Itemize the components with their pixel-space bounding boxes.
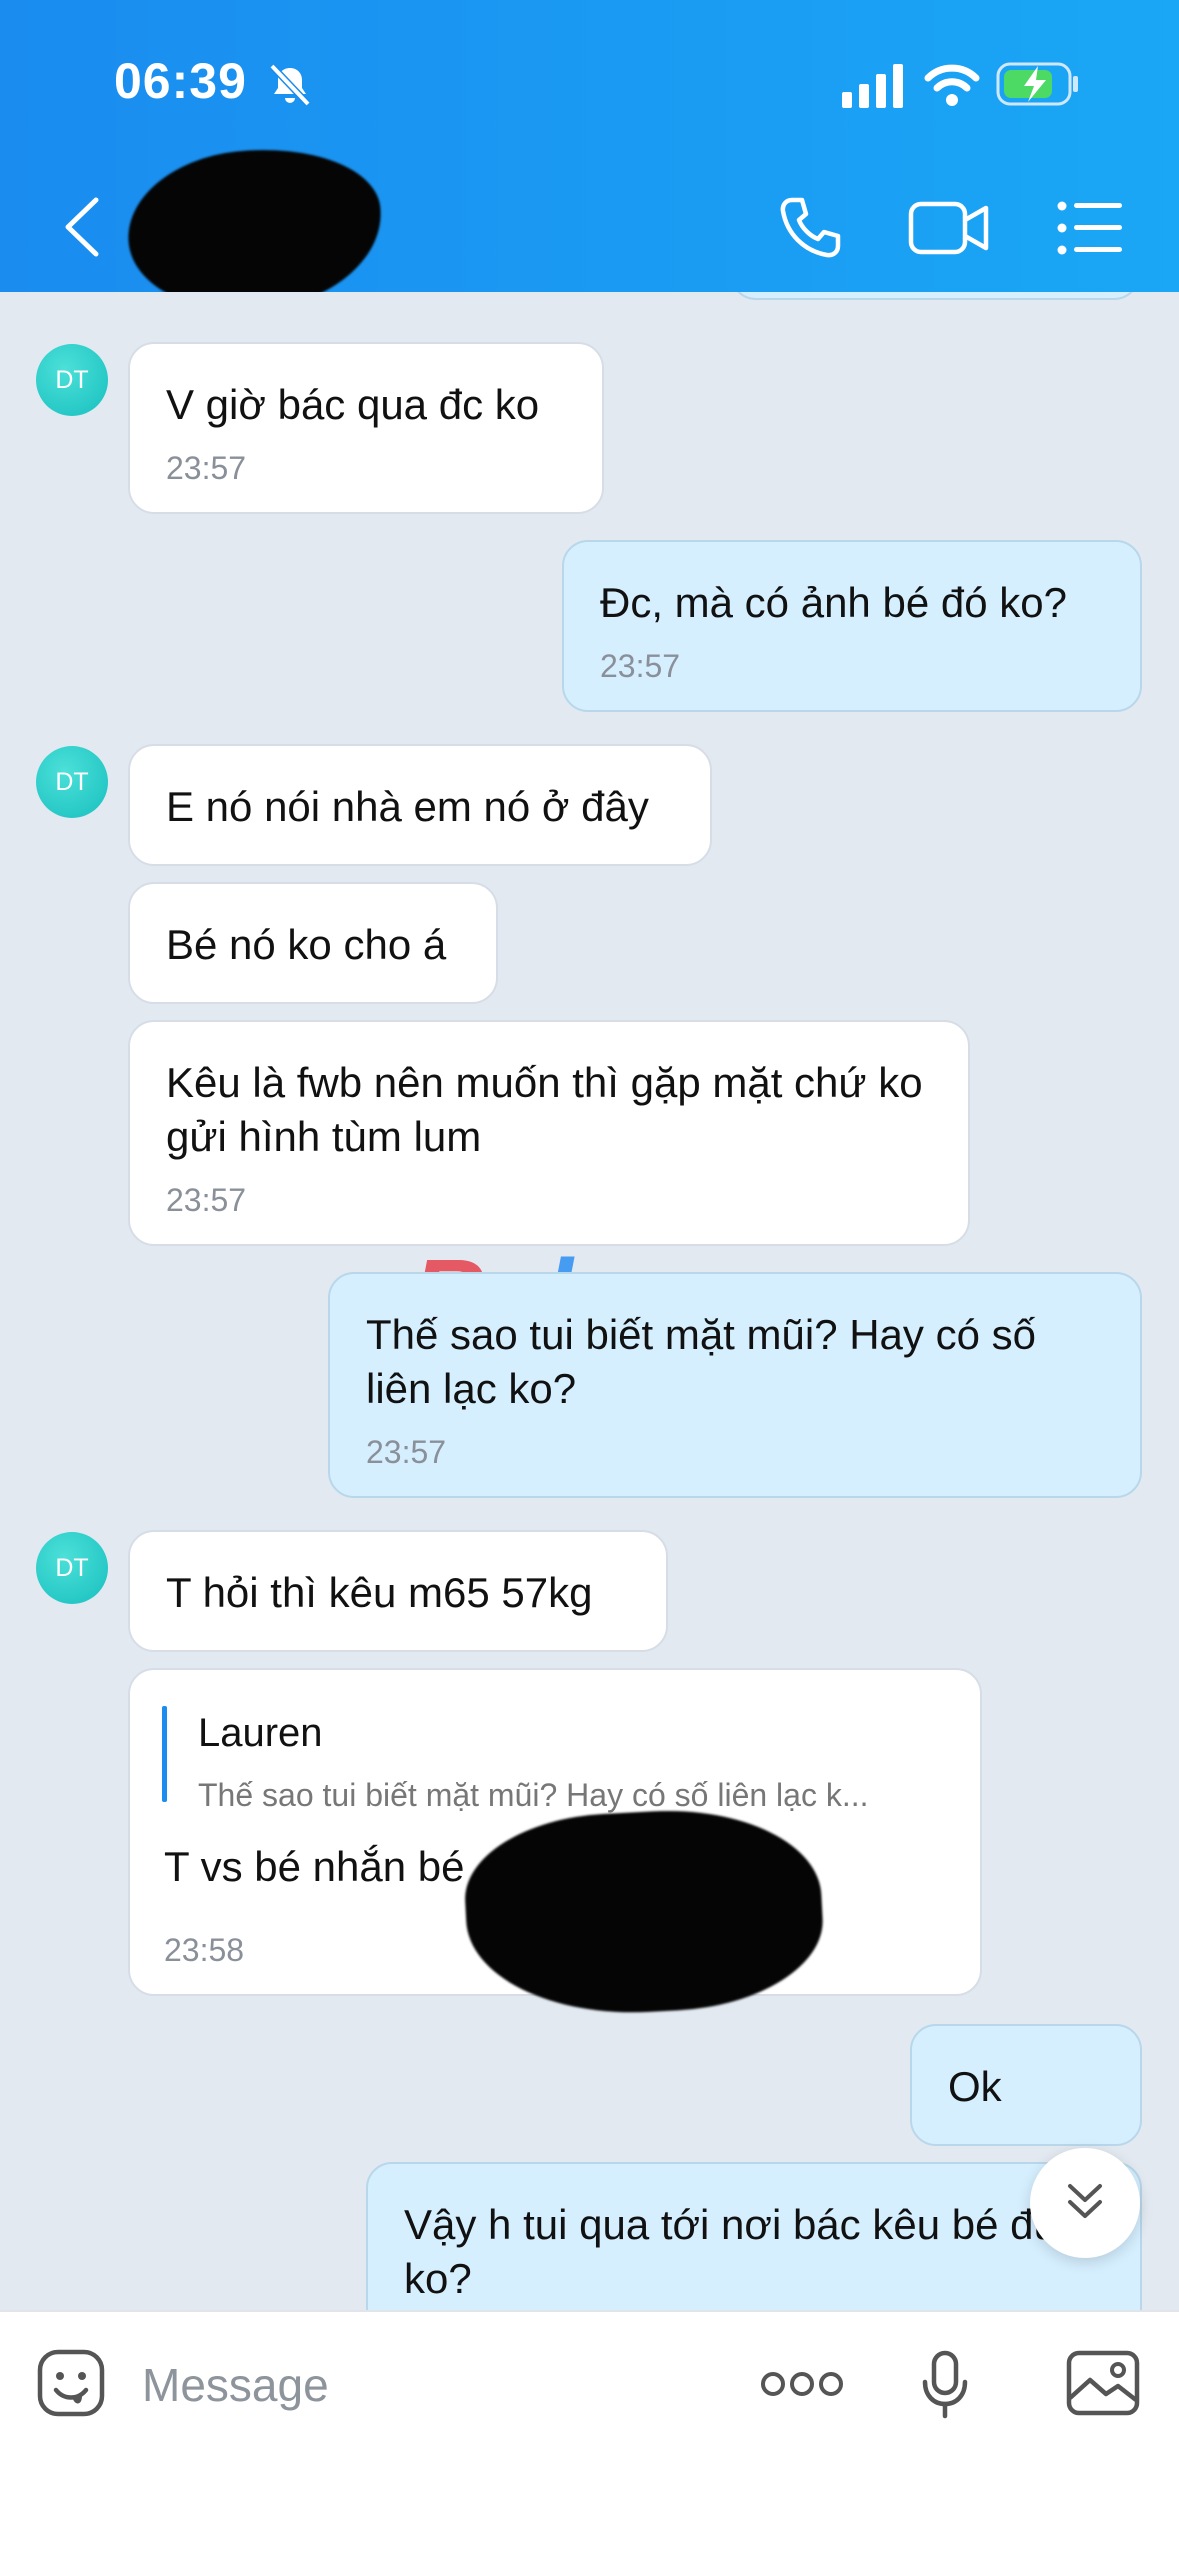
message-time: 23:57 xyxy=(166,450,247,486)
message-input[interactable] xyxy=(140,2352,704,2418)
message-text: Đc, mà có ảnh bé đó ko? xyxy=(600,579,1067,626)
menu-list-icon[interactable] xyxy=(1056,200,1124,256)
scroll-to-bottom-button[interactable] xyxy=(1030,2148,1140,2258)
chat-header: 06:39 xyxy=(0,0,1179,292)
avatar[interactable]: DT xyxy=(36,344,108,416)
message-bubble[interactable]: Đc, mà có ảnh bé đó ko? 23:57 xyxy=(562,540,1142,712)
quoted-message-text: Thế sao tui biết mặt mũi? Hay có số liên… xyxy=(198,1777,869,1813)
cellular-signal-icon xyxy=(842,64,903,108)
message-text: Vậy h tui qua tới nơi bác kêu bé đúng ko… xyxy=(404,2201,1104,2302)
message-text: Ok xyxy=(948,2063,1002,2110)
message-text: Kêu là fwb nên muốn thì gặp mặt chứ ko g… xyxy=(166,1059,923,1160)
microphone-icon[interactable] xyxy=(920,2350,970,2420)
message-time: 23:57 xyxy=(366,1434,447,1470)
message-bubble[interactable]: Ok xyxy=(910,2024,1142,2146)
wifi-icon xyxy=(924,64,980,106)
bell-muted-icon xyxy=(269,63,311,107)
message-bubble[interactable]: Bé nó ko cho á xyxy=(128,882,498,1004)
message-text: V giờ bác qua đc ko xyxy=(166,381,540,428)
message-text: E nó nói nhà em nó ở đây xyxy=(166,783,649,830)
message-time: 23:57 xyxy=(600,648,681,684)
redacted-contact-name xyxy=(120,137,390,292)
message-list[interactable]: DT V giờ bác qua đc ko 23:57 Đc, mà có ả… xyxy=(0,292,1179,2310)
video-call-icon[interactable] xyxy=(908,196,990,260)
message-text: Bé nó ko cho á xyxy=(166,921,447,968)
message-input-bar xyxy=(0,2310,1179,2558)
message-text: Thế sao tui biết mặt mũi? Hay có số liên… xyxy=(366,1311,1036,1412)
quoted-sender-name: Lauren xyxy=(198,1711,323,1755)
message-text: T vs bé nhắn bé xyxy=(164,1843,465,1890)
more-options-icon[interactable] xyxy=(760,2368,844,2400)
message-bubble-partial xyxy=(730,292,1140,300)
message-bubble[interactable]: Kêu là fwb nên muốn thì gặp mặt chứ ko g… xyxy=(128,1020,970,1246)
sticker-icon[interactable] xyxy=(36,2348,106,2418)
double-chevron-down-icon xyxy=(1068,2184,1102,2218)
phone-call-icon[interactable] xyxy=(778,196,842,260)
battery-charging-icon xyxy=(996,62,1078,106)
message-bubble[interactable]: Thế sao tui biết mặt mũi? Hay có số liên… xyxy=(328,1272,1142,1498)
photo-gallery-icon[interactable] xyxy=(1066,2350,1140,2416)
status-time: 06:39 xyxy=(114,53,247,109)
message-bubble[interactable]: T hỏi thì kêu m65 57kg xyxy=(128,1530,668,1652)
message-bubble[interactable]: Vậy h tui qua tới nơi bác kêu bé đúng ko… xyxy=(366,2162,1142,2310)
avatar[interactable]: DT xyxy=(36,746,108,818)
quote-bar xyxy=(162,1706,167,1802)
avatar[interactable]: DT xyxy=(36,1532,108,1604)
message-time: 23:58 xyxy=(164,1932,245,1968)
message-bubble[interactable]: V giờ bác qua đc ko 23:57 xyxy=(128,342,604,514)
message-time: 23:57 xyxy=(166,1182,247,1218)
message-text: T hỏi thì kêu m65 57kg xyxy=(166,1569,593,1616)
message-bubble[interactable]: E nó nói nhà em nó ở đây xyxy=(128,744,712,866)
back-arrow-icon[interactable] xyxy=(62,196,102,258)
